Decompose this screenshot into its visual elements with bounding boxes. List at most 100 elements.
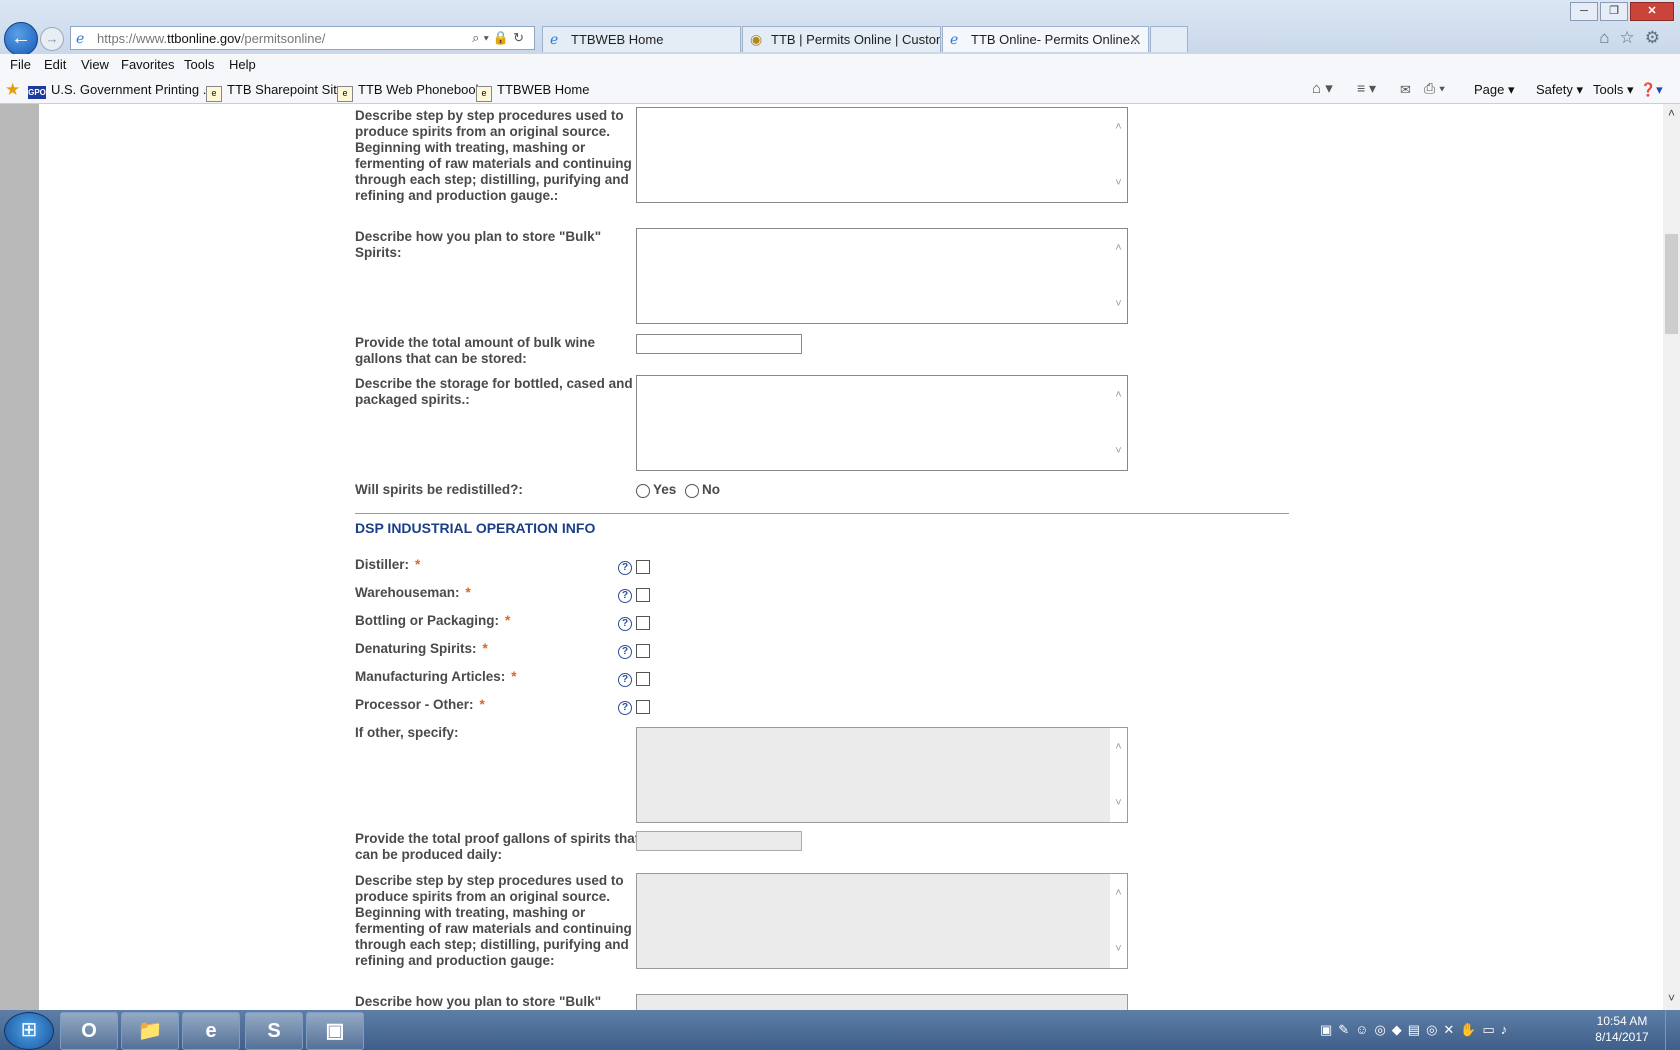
other-specify-label: If other, specify: <box>355 725 459 740</box>
safety-menu[interactable]: Safety ▾ <box>1536 82 1583 98</box>
processor-other-checkbox[interactable] <box>636 700 650 714</box>
home-icon[interactable]: ⌂ <box>1599 28 1619 47</box>
menu-tools[interactable]: Tools <box>184 57 214 72</box>
bottled-storage-label: Describe the storage for bottled, cased … <box>355 376 633 407</box>
proof-gallons-input[interactable] <box>636 831 802 851</box>
minimize-icon[interactable]: ─ <box>1570 2 1598 21</box>
print-icon[interactable]: ⎙ ▾ <box>1424 80 1445 97</box>
operation-label: Distiller: * <box>355 557 421 572</box>
home-favorites-settings-icons[interactable]: ⌂☆⚙ <box>1599 28 1670 48</box>
home-command-icon[interactable]: ⌂ ▾ <box>1312 79 1333 97</box>
start-button[interactable]: ⊞ <box>4 1012 54 1050</box>
help-icon[interactable]: ? <box>618 617 632 631</box>
menu-view[interactable]: View <box>81 57 109 72</box>
address-bar[interactable]: ℯ https://www.ttbonline.gov/permitsonlin… <box>70 26 535 50</box>
mail-icon[interactable]: ✉ <box>1400 82 1411 98</box>
fav-phonebook[interactable]: e TTB Web Phonebook <box>337 82 482 102</box>
menu-edit[interactable]: Edit <box>44 57 66 72</box>
fav-sharepoint[interactable]: e TTB Sharepoint Site <box>206 82 344 102</box>
internet-explorer-taskbar-icon[interactable]: e <box>182 1012 240 1050</box>
page-menu[interactable]: Page ▾ <box>1474 82 1515 98</box>
bottling-packaging-checkbox[interactable] <box>636 616 650 630</box>
address-url[interactable]: https://www.ttbonline.gov/permitsonline/ <box>97 31 325 46</box>
help-icon[interactable]: ❓▾ <box>1640 82 1663 98</box>
bulk-wine-gallons-label: Provide the total amount of bulk wine ga… <box>355 335 596 366</box>
close-window-icon[interactable]: ✕ <box>1630 2 1674 21</box>
file-explorer-taskbar-icon[interactable]: 📁 <box>121 1012 179 1050</box>
ie-tab-icon: ℯ <box>550 31 559 47</box>
taskbar-clock[interactable]: 10:54 AM 8/14/2017 <box>1590 1013 1654 1045</box>
help-icon[interactable]: ? <box>618 701 632 715</box>
help-icon[interactable]: ? <box>618 673 632 687</box>
redistilled-label: Will spirits be redistilled?: <box>355 482 523 497</box>
denaturing-spirits-checkbox[interactable] <box>636 644 650 658</box>
menu-help[interactable]: Help <box>229 57 256 72</box>
textarea-scrollbar[interactable]: ˄ ˅ <box>1110 728 1127 822</box>
help-icon[interactable]: ? <box>618 589 632 603</box>
redistilled-yes-radio[interactable] <box>636 484 650 498</box>
manufacturing-articles-checkbox[interactable] <box>636 672 650 686</box>
page-icon: e <box>476 86 492 102</box>
skype-taskbar-icon[interactable]: S <box>245 1012 303 1050</box>
favorites-star-icon[interactable]: ★ <box>5 80 20 100</box>
clock-time: 10:54 AM <box>1596 1014 1648 1028</box>
help-icon[interactable]: ? <box>618 561 632 575</box>
proof-gallons-label: Provide the total proof gallons of spiri… <box>355 831 640 862</box>
procedures-textarea-2[interactable]: ˄ ˅ <box>636 873 1128 969</box>
procedures-textarea[interactable]: ˄ ˅ <box>636 107 1128 203</box>
show-desktop-button[interactable] <box>1665 1010 1680 1050</box>
page-scrollbar[interactable]: ˄ ˅ <box>1663 104 1680 1010</box>
window-taskbar-icon[interactable]: ▣ <box>306 1012 364 1050</box>
favorites-bar: ★ GPO U.S. Government Printing ... e TTB S… <box>0 76 1680 104</box>
tools-menu[interactable]: Tools ▾ <box>1593 82 1634 98</box>
favorites-star-icon[interactable]: ☆ <box>1620 28 1645 47</box>
warehouseman-checkbox[interactable] <box>636 588 650 602</box>
no-label: No <box>702 482 720 497</box>
procedures-label-2: Describe step by step procedures used to… <box>355 873 632 968</box>
help-icon[interactable]: ? <box>618 645 632 659</box>
section-title: DSP INDUSTRIAL OPERATION INFO <box>355 520 596 536</box>
page-left-gutter <box>0 104 39 1010</box>
textarea-scrollbar[interactable]: ˄ ˅ <box>1110 108 1127 202</box>
scroll-thumb[interactable] <box>1665 234 1678 334</box>
menu-file[interactable]: File <box>10 57 31 72</box>
bulk-storage-textarea[interactable]: ˄ ˅ <box>636 228 1128 324</box>
fav-ttbweb-home[interactable]: e TTBWEB Home <box>476 82 589 102</box>
operation-label: Processor - Other: * <box>355 697 485 712</box>
restore-icon[interactable]: ❐ <box>1600 2 1628 21</box>
tab-permits-online-custom[interactable]: ◉ TTB | Permits Online | Custom... <box>742 26 941 52</box>
gear-icon[interactable]: ⚙ <box>1645 28 1670 47</box>
close-tab-icon[interactable]: ✕ <box>1129 27 1141 52</box>
bulk-wine-gallons-input[interactable] <box>636 334 802 354</box>
scroll-down-icon[interactable]: ˅ <box>1663 991 1680 1008</box>
address-tools-icons[interactable]: ⌕▾🔒↻ <box>472 30 528 46</box>
feeds-icon[interactable]: ≡ ▾ <box>1357 80 1376 97</box>
operation-label: Manufacturing Articles: * <box>355 669 517 684</box>
section-divider <box>355 513 1289 514</box>
textarea-scrollbar[interactable]: ˄ ˅ <box>1110 229 1127 323</box>
back-button[interactable]: ← <box>4 22 38 56</box>
tab-permits-online-active[interactable]: ℯ TTB Online- Permits Online... ✕ <box>942 26 1149 52</box>
operation-label: Denaturing Spirits: * <box>355 641 488 656</box>
menu-favorites[interactable]: Favorites <box>121 57 174 72</box>
scroll-up-icon[interactable]: ˄ <box>1663 106 1680 123</box>
system-tray-icons[interactable]: ▣✎☺◎◆▤◎✕✋▭♪ <box>1320 1022 1513 1038</box>
forward-button[interactable]: → <box>40 27 64 51</box>
distiller-checkbox[interactable] <box>636 560 650 574</box>
fav-gpo[interactable]: GPO U.S. Government Printing ... <box>28 82 214 99</box>
textarea-scrollbar[interactable]: ˄ ˅ <box>1110 376 1127 470</box>
bulk-storage-textarea-2[interactable] <box>636 994 1128 1010</box>
menu-bar: File Edit View Favorites Tools Help <box>0 54 1680 76</box>
redistilled-no-radio[interactable] <box>685 484 699 498</box>
new-tab-button[interactable] <box>1150 26 1188 52</box>
other-specify-textarea[interactable]: ˄ ˅ <box>636 727 1128 823</box>
outlook-taskbar-icon[interactable]: O <box>60 1012 118 1050</box>
operation-label: Bottling or Packaging: * <box>355 613 511 628</box>
browser-titlebar: ← → ℯ https://www.ttbonline.gov/permitso… <box>0 0 1680 56</box>
bottled-storage-textarea[interactable]: ˄ ˅ <box>636 375 1128 471</box>
ie-page-icon: ℯ <box>76 30 85 46</box>
tab-ttbweb-home[interactable]: ℯ TTBWEB Home <box>542 26 741 52</box>
textarea-scrollbar[interactable]: ˄ ˅ <box>1110 874 1127 968</box>
window-controls: ─ ❐ ✕ <box>1568 2 1674 21</box>
gpo-icon: GPO <box>28 86 46 99</box>
